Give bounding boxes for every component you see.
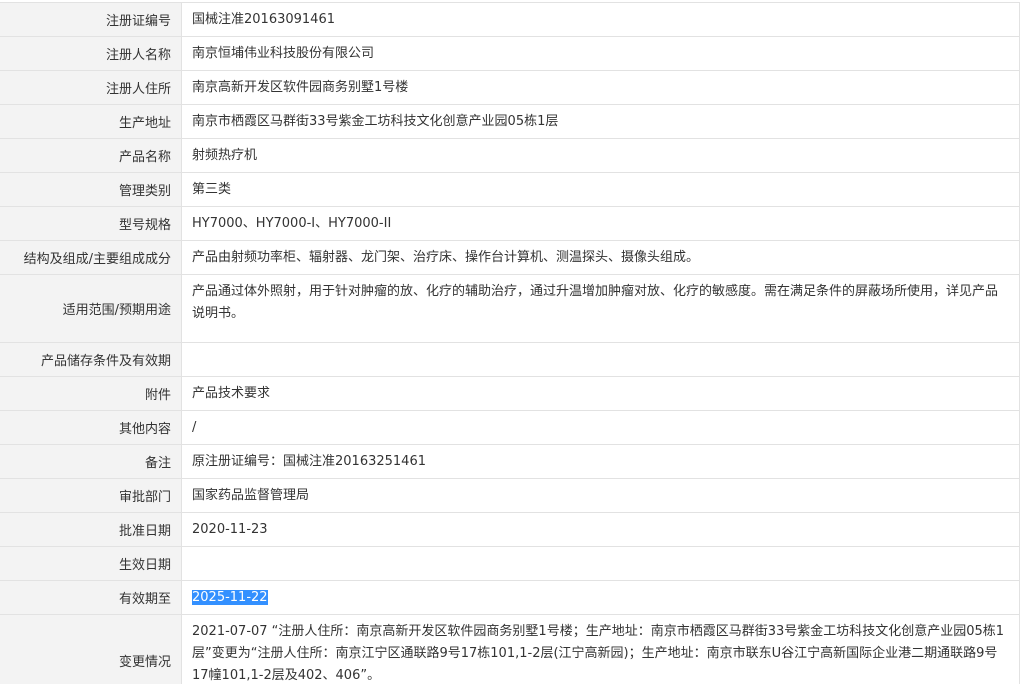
table-row: 生效日期 [0, 546, 1020, 581]
row-label: 产品名称 [0, 138, 182, 173]
row-value: 南京高新开发区软件园商务别墅1号楼 [181, 70, 1020, 105]
table-row: 注册人名称 南京恒埔伟业科技股份有限公司 [0, 36, 1020, 71]
row-label: 有效期至 [0, 580, 182, 615]
row-value: 射频热疗机 [181, 138, 1020, 173]
registration-record-page: 注册证编号 国械注准20163091461 注册人名称 南京恒埔伟业科技股份有限… [0, 0, 1024, 684]
row-label: 适用范围/预期用途 [0, 274, 182, 343]
row-label: 产品储存条件及有效期 [0, 342, 182, 377]
table-row: 其他内容 / [0, 410, 1020, 445]
table-row: 型号规格 HY7000、HY7000-I、HY7000-II [0, 206, 1020, 241]
table-row: 注册证编号 国械注准20163091461 [0, 2, 1020, 37]
row-label: 附件 [0, 376, 182, 411]
table-row: 生产地址 南京市栖霞区马群街33号紫金工坊科技文化创意产业园05栋1层 [0, 104, 1020, 139]
row-value: 原注册证编号：国械注准20163251461 [181, 444, 1020, 479]
selected-text-highlight[interactable]: 2025-11-22 [192, 589, 268, 605]
row-value: / [181, 410, 1020, 445]
row-value: 国家药品监督管理局 [181, 478, 1020, 513]
row-label: 注册人名称 [0, 36, 182, 71]
table-row: 有效期至 2025-11-22 [0, 580, 1020, 615]
table-row: 产品名称 射频热疗机 [0, 138, 1020, 173]
row-label: 生效日期 [0, 546, 182, 581]
row-value: 2021-07-07 “注册人住所：南京高新开发区软件园商务别墅1号楼；生产地址… [181, 614, 1020, 684]
table-row: 备注 原注册证编号：国械注准20163251461 [0, 444, 1020, 479]
row-value [181, 342, 1020, 377]
row-value: 2020-11-23 [181, 512, 1020, 547]
row-value: 2025-11-22 [181, 580, 1020, 615]
row-label: 型号规格 [0, 206, 182, 241]
row-label: 结构及组成/主要组成成分 [0, 240, 182, 275]
table-row: 审批部门 国家药品监督管理局 [0, 478, 1020, 513]
row-value: 南京市栖霞区马群街33号紫金工坊科技文化创意产业园05栋1层 [181, 104, 1020, 139]
row-label: 注册证编号 [0, 2, 182, 37]
row-value: 产品由射频功率柜、辐射器、龙门架、治疗床、操作台计算机、测温探头、摄像头组成。 [181, 240, 1020, 275]
row-label: 变更情况 [0, 614, 182, 684]
table-row: 管理类别 第三类 [0, 172, 1020, 207]
table-row: 产品储存条件及有效期 [0, 342, 1020, 377]
table-row: 变更情况 2021-07-07 “注册人住所：南京高新开发区软件园商务别墅1号楼… [0, 614, 1020, 684]
row-value: 南京恒埔伟业科技股份有限公司 [181, 36, 1020, 71]
table-row: 批准日期 2020-11-23 [0, 512, 1020, 547]
row-label: 其他内容 [0, 410, 182, 445]
row-label: 批准日期 [0, 512, 182, 547]
row-label: 审批部门 [0, 478, 182, 513]
table-row: 附件 产品技术要求 [0, 376, 1020, 411]
row-label: 备注 [0, 444, 182, 479]
row-value: 产品技术要求 [181, 376, 1020, 411]
row-label: 注册人住所 [0, 70, 182, 105]
row-value: 国械注准20163091461 [181, 2, 1020, 37]
registration-detail-table: 注册证编号 国械注准20163091461 注册人名称 南京恒埔伟业科技股份有限… [0, 2, 1020, 684]
table-row: 注册人住所 南京高新开发区软件园商务别墅1号楼 [0, 70, 1020, 105]
row-label: 管理类别 [0, 172, 182, 207]
table-row: 结构及组成/主要组成成分 产品由射频功率柜、辐射器、龙门架、治疗床、操作台计算机… [0, 240, 1020, 275]
table-row: 适用范围/预期用途 产品通过体外照射，用于针对肿瘤的放、化疗的辅助治疗，通过升温… [0, 274, 1020, 343]
row-label: 生产地址 [0, 104, 182, 139]
row-value: HY7000、HY7000-I、HY7000-II [181, 206, 1020, 241]
row-value: 第三类 [181, 172, 1020, 207]
row-value [181, 546, 1020, 581]
row-value: 产品通过体外照射，用于针对肿瘤的放、化疗的辅助治疗，通过升温增加肿瘤对放、化疗的… [181, 274, 1020, 343]
